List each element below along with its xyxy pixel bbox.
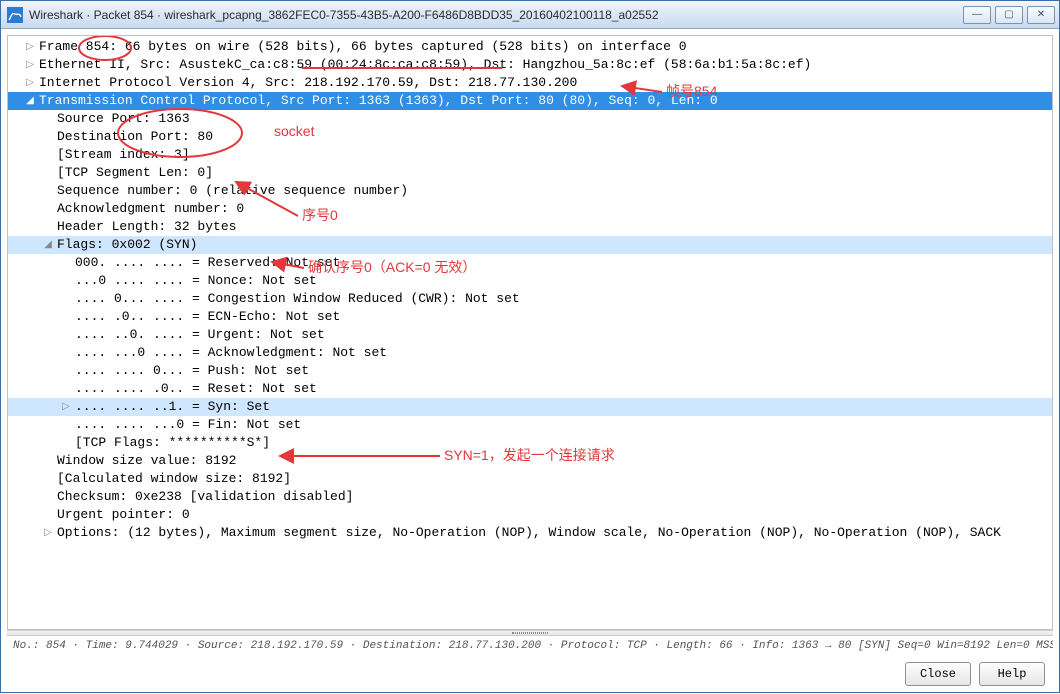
tree-row-text: Header Length: 32 bytes — [57, 218, 236, 236]
tree-row-text: Transmission Control Protocol, Src Port:… — [39, 92, 718, 110]
tree-row[interactable]: ▷Internet Protocol Version 4, Src: 218.1… — [8, 74, 1052, 92]
expand-icon[interactable]: ▷ — [24, 59, 36, 71]
tree-row-text: Urgent pointer: 0 — [57, 506, 190, 524]
tree-row[interactable]: .... ..0. .... = Urgent: Not set — [8, 326, 1052, 344]
tree-row[interactable]: .... ...0 .... = Acknowledgment: Not set — [8, 344, 1052, 362]
tree-row[interactable]: [TCP Segment Len: 0] — [8, 164, 1052, 182]
close-window-button[interactable]: ✕ — [1027, 6, 1055, 24]
expand-icon[interactable]: ▷ — [24, 41, 36, 53]
tree-row-text: [Calculated window size: 8192] — [57, 470, 291, 488]
packet-tree[interactable]: 帧号854 socket 序号0 确认序号0（ACK=0 无效） SYN=1，发… — [7, 35, 1053, 630]
tree-row[interactable]: Destination Port: 80 — [8, 128, 1052, 146]
spacer-icon — [60, 419, 72, 431]
tree-row[interactable]: Checksum: 0xe238 [validation disabled] — [8, 488, 1052, 506]
tree-row-text: .... .... ...0 = Fin: Not set — [75, 416, 301, 434]
spacer-icon — [60, 383, 72, 395]
help-button[interactable]: Help — [979, 662, 1045, 686]
tree-row[interactable]: [Calculated window size: 8192] — [8, 470, 1052, 488]
expand-icon[interactable]: ▷ — [60, 401, 72, 413]
minimize-button[interactable]: — — [963, 6, 991, 24]
tree-row[interactable]: Sequence number: 0 (relative sequence nu… — [8, 182, 1052, 200]
button-bar: Close Help — [7, 656, 1053, 694]
spacer-icon — [60, 257, 72, 269]
tree-row[interactable]: .... 0... .... = Congestion Window Reduc… — [8, 290, 1052, 308]
tree-row-text: .... ..0. .... = Urgent: Not set — [75, 326, 325, 344]
spacer-icon — [42, 473, 54, 485]
tree-row[interactable]: .... .... 0... = Push: Not set — [8, 362, 1052, 380]
tree-row[interactable]: ◢Flags: 0x002 (SYN) — [8, 236, 1052, 254]
spacer-icon — [60, 311, 72, 323]
tree-row-text: [TCP Flags: **********S*] — [75, 434, 270, 452]
spacer-icon — [42, 149, 54, 161]
tree-row-text: .... .... 0... = Push: Not set — [75, 362, 309, 380]
tree-row[interactable]: [TCP Flags: **********S*] — [8, 434, 1052, 452]
tree-row-text: Sequence number: 0 (relative sequence nu… — [57, 182, 408, 200]
window-controls: — ▢ ✕ — [963, 6, 1055, 24]
tree-row-text: Frame 854: 66 bytes on wire (528 bits), … — [39, 38, 687, 56]
spacer-icon — [42, 113, 54, 125]
wireshark-icon — [7, 7, 23, 23]
spacer-icon — [42, 185, 54, 197]
spacer-icon — [60, 437, 72, 449]
tree-row[interactable]: .... .... .0.. = Reset: Not set — [8, 380, 1052, 398]
tree-row[interactable]: 000. .... .... = Reserved: Not set — [8, 254, 1052, 272]
maximize-button[interactable]: ▢ — [995, 6, 1023, 24]
tree-row[interactable]: ▷Options: (12 bytes), Maximum segment si… — [8, 524, 1052, 542]
tree-row-text: .... 0... .... = Congestion Window Reduc… — [75, 290, 520, 308]
tree-row-text: [TCP Segment Len: 0] — [57, 164, 213, 182]
tree-row[interactable]: Acknowledgment number: 0 — [8, 200, 1052, 218]
tree-row[interactable]: ◢Transmission Control Protocol, Src Port… — [8, 92, 1052, 110]
spacer-icon — [60, 275, 72, 287]
window-title: Wireshark · Packet 854 · wireshark_pcapn… — [29, 8, 659, 22]
tree-row-text: .... .... ..1. = Syn: Set — [75, 398, 270, 416]
spacer-icon — [60, 293, 72, 305]
collapse-icon[interactable]: ◢ — [42, 239, 54, 251]
spacer-icon — [42, 509, 54, 521]
tree-row-text: Ethernet II, Src: AsustekC_ca:c8:59 (00:… — [39, 56, 811, 74]
tree-row-text: Destination Port: 80 — [57, 128, 213, 146]
tree-row-text: Internet Protocol Version 4, Src: 218.19… — [39, 74, 577, 92]
spacer-icon — [42, 491, 54, 503]
status-bar: No.: 854 · Time: 9.744029 · Source: 218.… — [7, 636, 1053, 656]
tree-row-text: 000. .... .... = Reserved: Not set — [75, 254, 340, 272]
tree-row[interactable]: .... .... ...0 = Fin: Not set — [8, 416, 1052, 434]
spacer-icon — [42, 203, 54, 215]
tree-row[interactable]: [Stream index: 3] — [8, 146, 1052, 164]
tree-row[interactable]: Urgent pointer: 0 — [8, 506, 1052, 524]
spacer-icon — [42, 167, 54, 179]
close-button[interactable]: Close — [905, 662, 971, 686]
tree-row[interactable]: ▷.... .... ..1. = Syn: Set — [8, 398, 1052, 416]
spacer-icon — [60, 365, 72, 377]
spacer-icon — [42, 131, 54, 143]
tree-row[interactable]: ...0 .... .... = Nonce: Not set — [8, 272, 1052, 290]
tree-row-text: Acknowledgment number: 0 — [57, 200, 244, 218]
tree-row-text: ...0 .... .... = Nonce: Not set — [75, 272, 317, 290]
tree-row-text: Source Port: 1363 — [57, 110, 190, 128]
tree-row-text: [Stream index: 3] — [57, 146, 190, 164]
tree-row[interactable]: ▷Frame 854: 66 bytes on wire (528 bits),… — [8, 38, 1052, 56]
content-area: 帧号854 socket 序号0 确认序号0（ACK=0 无效） SYN=1，发… — [1, 29, 1059, 694]
tree-row-text: .... .0.. .... = ECN-Echo: Not set — [75, 308, 340, 326]
tree-row-text: Checksum: 0xe238 [validation disabled] — [57, 488, 353, 506]
tree-row-text: .... ...0 .... = Acknowledgment: Not set — [75, 344, 387, 362]
collapse-icon[interactable]: ◢ — [24, 95, 36, 107]
tree-row-text: Flags: 0x002 (SYN) — [57, 236, 197, 254]
spacer-icon — [60, 329, 72, 341]
spacer-icon — [42, 221, 54, 233]
spacer-icon — [60, 347, 72, 359]
tree-row-text: Window size value: 8192 — [57, 452, 236, 470]
tree-row[interactable]: Window size value: 8192 — [8, 452, 1052, 470]
spacer-icon — [42, 455, 54, 467]
tree-row[interactable]: .... .0.. .... = ECN-Echo: Not set — [8, 308, 1052, 326]
tree-row[interactable]: ▷Ethernet II, Src: AsustekC_ca:c8:59 (00… — [8, 56, 1052, 74]
expand-icon[interactable]: ▷ — [42, 527, 54, 539]
tree-row[interactable]: Header Length: 32 bytes — [8, 218, 1052, 236]
titlebar: Wireshark · Packet 854 · wireshark_pcapn… — [1, 1, 1059, 29]
expand-icon[interactable]: ▷ — [24, 77, 36, 89]
tree-row-text: Options: (12 bytes), Maximum segment siz… — [57, 524, 1001, 542]
tree-row-text: .... .... .0.. = Reset: Not set — [75, 380, 317, 398]
tree-row[interactable]: Source Port: 1363 — [8, 110, 1052, 128]
